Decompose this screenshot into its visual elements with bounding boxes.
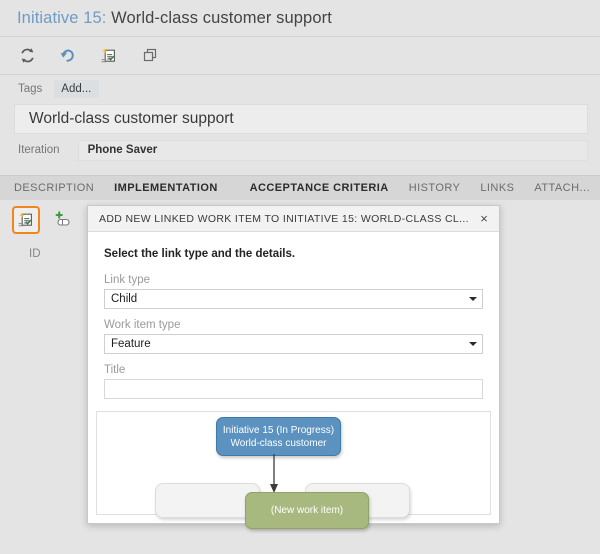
- chevron-down-icon: [469, 297, 477, 301]
- page-title: Initiative 15: World-class customer supp…: [17, 9, 332, 28]
- tab-acceptance-criteria[interactable]: ACCEPTANCE CRITERIA: [240, 176, 399, 200]
- title-label: Title: [104, 364, 126, 376]
- work-item-window: Initiative 15: World-class customer supp…: [0, 0, 600, 554]
- close-icon[interactable]: ×: [469, 206, 499, 232]
- copy-icon: [143, 48, 156, 62]
- page-title-text: World-class customer support: [111, 8, 332, 27]
- tags-row: Tags Add...: [0, 75, 600, 102]
- chevron-down-icon: [469, 342, 477, 346]
- tags-add-button[interactable]: Add...: [54, 79, 100, 98]
- work-item-title-input[interactable]: World-class customer support: [14, 104, 588, 134]
- new-linked-work-item-icon: [101, 47, 115, 62]
- tab-implementation[interactable]: IMPLEMENTATION: [104, 176, 228, 200]
- new-linked-work-item-icon: [18, 212, 32, 227]
- work-item-type-select[interactable]: Feature: [104, 334, 483, 354]
- add-link-button[interactable]: [49, 206, 77, 234]
- link-type-value: Child: [111, 293, 138, 305]
- tags-label: Tags: [18, 82, 43, 95]
- diagram-new-node-label: (New work item): [270, 505, 344, 516]
- tab-links[interactable]: LINKS: [470, 176, 524, 200]
- refresh-icon: [20, 48, 34, 63]
- page-title-id: Initiative 15:: [17, 8, 107, 27]
- link-preview-diagram: Initiative 15 (In Progress) World-class …: [96, 411, 491, 529]
- diagram-parent-node: Initiative 15 (In Progress) World-class …: [216, 417, 341, 456]
- header-spacer: [0, 164, 600, 175]
- iteration-input[interactable]: Phone Saver: [77, 139, 588, 161]
- diagram-parent-line2: World-class customer: [230, 437, 327, 449]
- work-item-toolbar: [0, 37, 600, 75]
- add-linked-work-item-dialog: ADD NEW LINKED WORK ITEM TO INITIATIVE 1…: [87, 205, 500, 529]
- work-item-header: Initiative 15: World-class customer supp…: [0, 0, 600, 37]
- diagram-parent-line1: Initiative 15 (In Progress): [222, 424, 335, 436]
- diagram-new-node: (New work item): [245, 492, 369, 529]
- tab-attachments[interactable]: ATTACH...: [524, 176, 600, 200]
- revert-icon: [60, 49, 74, 62]
- work-item-type-value: Feature: [111, 338, 151, 350]
- title-input[interactable]: [104, 379, 483, 399]
- iteration-row: Iteration Phone Saver: [0, 136, 600, 164]
- refresh-button[interactable]: [14, 43, 40, 69]
- title-field-wrap: World-class customer support: [0, 102, 600, 136]
- copy-button[interactable]: [137, 43, 163, 69]
- new-linked-work-item-button[interactable]: [96, 43, 122, 69]
- tab-gap: [228, 176, 240, 200]
- dialog-titlebar: ADD NEW LINKED WORK ITEM TO INITIATIVE 1…: [88, 206, 499, 232]
- link-type-label: Link type: [104, 274, 151, 286]
- link-type-select[interactable]: Child: [104, 289, 483, 309]
- revert-button[interactable]: [55, 43, 81, 69]
- dialog-instruction: Select the link type and the details.: [104, 248, 296, 260]
- dialog-title: ADD NEW LINKED WORK ITEM TO INITIATIVE 1…: [99, 212, 469, 225]
- tab-strip: DESCRIPTION IMPLEMENTATION ACCEPTANCE CR…: [0, 175, 600, 200]
- iteration-label: Iteration: [18, 144, 60, 156]
- new-linked-work-item-button-panel[interactable]: [12, 206, 40, 234]
- dialog-body: Select the link type and the details. Li…: [88, 232, 499, 405]
- tab-description[interactable]: DESCRIPTION: [0, 176, 104, 200]
- tab-history[interactable]: HISTORY: [399, 176, 471, 200]
- diagram-arrow-icon: [270, 454, 278, 493]
- links-content-area: ID ADD NEW LINKED WORK ITEM TO INITIATIV…: [0, 200, 600, 529]
- work-item-type-label: Work item type: [104, 319, 181, 331]
- add-link-icon: [55, 211, 70, 226]
